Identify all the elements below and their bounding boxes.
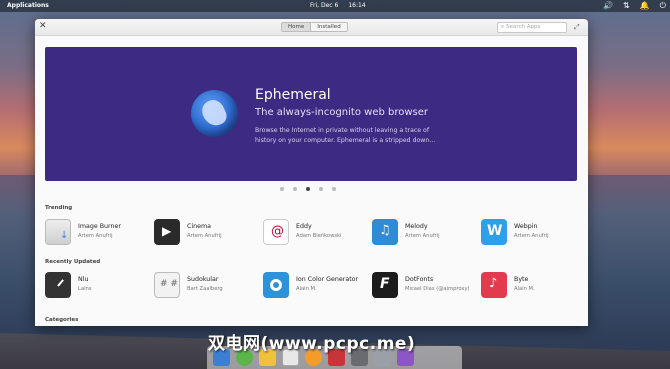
app-tile-image-burner[interactable]: Image Burner Artem Anufrij: [45, 219, 153, 247]
featured-banner[interactable]: Ephemeral The always-incognito web brows…: [45, 47, 577, 181]
categories-heading: Categories: [45, 317, 79, 323]
app-developer: Artem Anufrij: [514, 233, 549, 239]
pager-dot-active[interactable]: [306, 187, 310, 191]
search-input[interactable]: ⌕ Search Apps: [497, 22, 567, 33]
app-developer: Artem Anufrij: [187, 233, 222, 239]
app-tile-sudokular[interactable]: Sudokular Bart Zaalberg: [154, 272, 262, 300]
power-icon[interactable]: ⏻: [660, 0, 666, 12]
app-tile-byte[interactable]: Byte Alain M.: [481, 272, 588, 300]
app-name: DotFonts: [405, 276, 434, 283]
app-name: Image Burner: [78, 223, 121, 230]
app-developer: Alain M.: [296, 286, 317, 292]
nlu-icon: [45, 272, 71, 298]
pager-dot[interactable]: [332, 187, 336, 191]
app-developer: Alain M.: [514, 286, 535, 292]
app-name: Nlu: [78, 276, 89, 283]
app-name: Webpin: [514, 223, 538, 230]
app-tile-nlu[interactable]: Nlu Lains: [45, 272, 153, 300]
app-developer: Artem Anufrij: [405, 233, 440, 239]
cinema-icon: [154, 219, 180, 245]
webpin-icon: [481, 219, 507, 245]
app-developer: Lains: [78, 286, 92, 292]
eddy-icon: [263, 219, 289, 245]
banner-subtitle: The always-incognito web browser: [255, 107, 429, 118]
banner-pager: [280, 187, 336, 191]
close-icon[interactable]: ✕: [39, 21, 47, 31]
app-tile-melody[interactable]: Melody Artem Anufrij: [372, 219, 480, 247]
watermark: 双电网(www.pcpc.me): [208, 334, 416, 354]
app-tile-eddy[interactable]: Eddy Adam Bieńkowski: [263, 219, 371, 247]
banner-title: Ephemeral: [255, 87, 331, 103]
melody-icon: [372, 219, 398, 245]
time-label: 16:14: [348, 2, 366, 9]
titlebar: ✕ Home Installed ⌕ Search Apps ⤢: [35, 19, 588, 36]
sudokular-icon: [154, 272, 180, 298]
app-name: Ion Color Generator: [296, 276, 359, 283]
search-placeholder: Search Apps: [506, 24, 541, 30]
app-tile-ion-color-generator[interactable]: Ion Color Generator Alain M.: [263, 272, 371, 300]
notifications-icon[interactable]: 🔔: [640, 0, 650, 12]
app-name: Byte: [514, 276, 529, 283]
app-developer: Artem Anufrij: [78, 233, 113, 239]
dotfonts-icon: [372, 272, 398, 298]
byte-icon: [481, 272, 507, 298]
app-tile-cinema[interactable]: Cinema Artem Anufrij: [154, 219, 262, 247]
app-developer: Micael Dias (@aimproxy): [405, 286, 470, 292]
app-tile-webpin[interactable]: Webpin Artem Anufrij: [481, 219, 588, 247]
ephemeral-icon: [191, 90, 238, 137]
appcenter-window: ✕ Home Installed ⌕ Search Apps ⤢ Ephemera…: [35, 19, 588, 326]
app-developer: Adam Bieńkowski: [296, 233, 342, 239]
app-name: Eddy: [296, 223, 312, 230]
tab-home[interactable]: Home: [282, 23, 312, 31]
network-icon[interactable]: ⇅: [623, 0, 630, 12]
clock[interactable]: Fri, Dec 6 16:14: [310, 0, 366, 12]
system-tray: 🔊 ⇅ 🔔 ⏻: [603, 0, 666, 12]
app-tile-dotfonts[interactable]: DotFonts Micael Dias (@aimproxy): [372, 272, 480, 300]
ion-color-generator-icon: [263, 272, 289, 298]
top-panel: Applications Fri, Dec 6 16:14 🔊 ⇅ 🔔 ⏻: [0, 0, 670, 12]
pager-dot[interactable]: [293, 187, 297, 191]
app-developer: Bart Zaalberg: [187, 286, 223, 292]
view-mode-switcher: Home Installed: [281, 22, 348, 32]
recently-updated-heading: Recently Updated: [45, 259, 101, 265]
maximize-icon[interactable]: ⤢: [574, 23, 580, 32]
app-name: Sudokular: [187, 276, 219, 283]
tab-installed[interactable]: Installed: [311, 23, 347, 31]
pager-dot[interactable]: [280, 187, 284, 191]
banner-description: Browse the Internet in private without l…: [255, 127, 436, 144]
search-icon: ⌕: [501, 24, 505, 30]
trending-heading: Trending: [45, 205, 73, 211]
app-name: Cinema: [187, 223, 212, 230]
applications-menu[interactable]: Applications: [7, 0, 49, 12]
app-name: Melody: [405, 223, 428, 230]
pager-dot[interactable]: [319, 187, 323, 191]
image-burner-icon: [45, 219, 71, 245]
volume-icon[interactable]: 🔊: [603, 0, 613, 12]
date-label: Fri, Dec 6: [310, 2, 339, 9]
